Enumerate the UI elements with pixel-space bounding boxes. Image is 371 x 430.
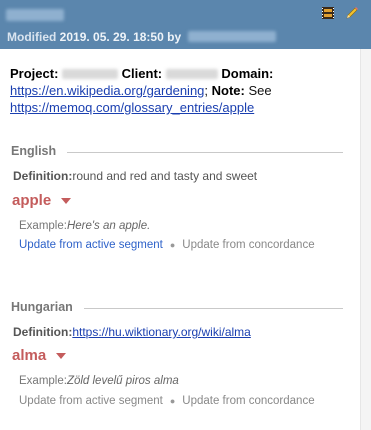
- divider: [84, 308, 343, 309]
- modified-label: Modified: [7, 30, 57, 44]
- example-row: Example:Here's an apple.: [19, 220, 150, 232]
- definition-row: Definition:round and red and tasty and s…: [13, 169, 257, 183]
- update-from-concordance-link[interactable]: Update from concordance: [182, 395, 314, 407]
- domain-link[interactable]: https://en.wikipedia.org/gardening: [10, 83, 204, 98]
- by-label: by: [167, 30, 182, 44]
- example-label: Example:: [19, 375, 67, 387]
- header-toolbar: [321, 6, 359, 20]
- divider: [67, 152, 343, 153]
- example-label: Example:: [19, 220, 67, 232]
- project-redacted: [62, 69, 119, 79]
- project-label: Project:: [10, 66, 59, 81]
- term-alma[interactable]: alma: [12, 347, 67, 364]
- modified-info: Modified 2019. 05. 29. 18:50 by: [7, 30, 277, 44]
- language-heading-english: English: [11, 144, 57, 158]
- example-row: Example:Zöld levelű piros alma: [19, 375, 179, 387]
- domain-label: Domain:: [221, 66, 274, 81]
- definition-row: Definition:https://hu.wiktionary.org/wik…: [13, 325, 251, 339]
- example-text: Here's an apple.: [66, 220, 151, 232]
- update-from-active-segment-link[interactable]: Update from active segment: [19, 395, 163, 407]
- definition-link[interactable]: https://hu.wiktionary.org/wiki/alma: [72, 325, 251, 339]
- entry-body: Project: Client: Domain: https://en.wiki…: [0, 49, 361, 430]
- update-from-active-segment-link[interactable]: Update from active segment: [19, 239, 163, 251]
- pencil-icon[interactable]: [345, 6, 359, 20]
- author-redacted: [188, 31, 277, 42]
- definition-label: Definition:: [13, 169, 73, 183]
- caret-down-icon[interactable]: [56, 352, 67, 359]
- film-icon[interactable]: [321, 6, 335, 20]
- term-apple[interactable]: apple: [12, 192, 72, 209]
- scrollbar[interactable]: [360, 49, 371, 430]
- separator-dot: ●: [169, 240, 176, 250]
- definition-label: Definition:: [13, 325, 73, 339]
- term-text: apple: [12, 192, 52, 209]
- example-text: Zöld levelű piros alma: [66, 375, 179, 387]
- caret-down-icon[interactable]: [61, 197, 72, 204]
- note-text: See: [248, 83, 272, 98]
- note-label: Note:: [211, 83, 245, 98]
- client-label: Client:: [121, 66, 163, 81]
- note-link[interactable]: https://memoq.com/glossary_entries/apple: [10, 100, 254, 115]
- term-text: alma: [12, 347, 47, 364]
- entry-header: Modified 2019. 05. 29. 18:50 by: [0, 0, 371, 49]
- update-from-concordance-link[interactable]: Update from concordance: [182, 239, 314, 251]
- client-redacted: [165, 69, 218, 79]
- separator-dot: ●: [169, 396, 176, 406]
- actions-row: Update from active segment ● Update from…: [19, 239, 315, 251]
- language-heading-hungarian: Hungarian: [11, 300, 73, 314]
- entry-title-redacted: [6, 9, 64, 21]
- actions-row: Update from active segment ● Update from…: [19, 395, 315, 407]
- entry-summary: Project: Client: Domain: https://en.wiki…: [10, 66, 274, 115]
- definition-text: round and red and tasty and sweet: [72, 169, 258, 183]
- modified-date: 2019. 05. 29. 18:50: [59, 30, 164, 44]
